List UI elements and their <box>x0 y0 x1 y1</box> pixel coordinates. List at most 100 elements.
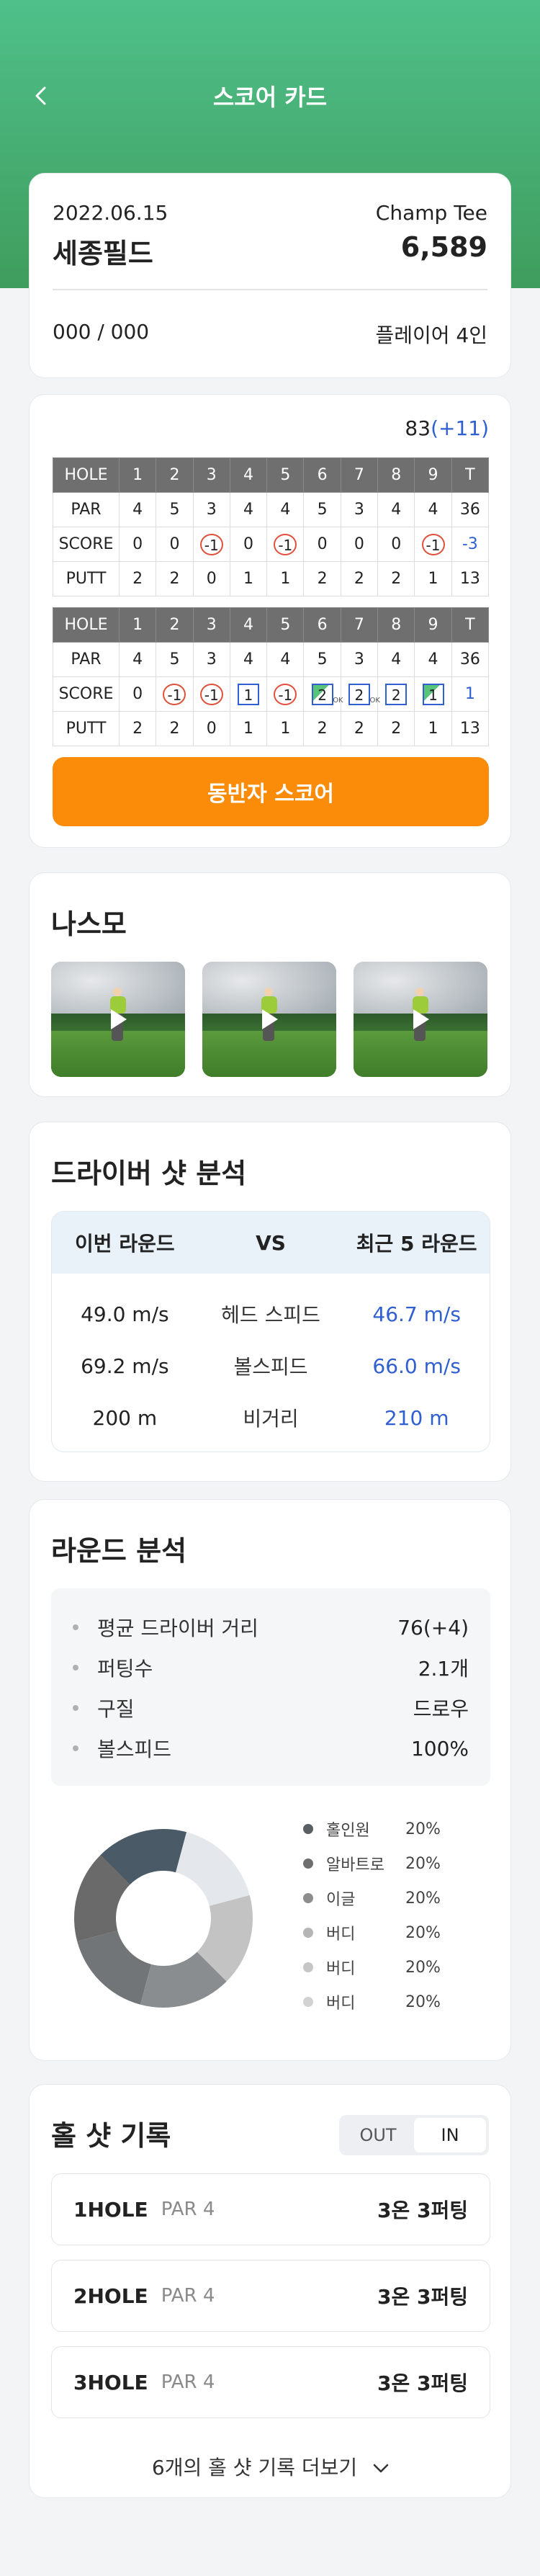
double-bogey-marker: 2 OK <box>348 683 380 705</box>
putt-cell: 1 <box>414 561 452 596</box>
hole-number: 4 <box>229 457 268 493</box>
donut-legend: 홀인원 20% 알바트로 20% 이글 20% 버디 20% 버디 20% 버디 20% <box>303 1812 483 2019</box>
hole-number: 2 <box>156 457 194 493</box>
double-bogey-marker: 2 <box>385 683 408 705</box>
video-thumbnail[interactable] <box>51 962 185 1077</box>
putt-cell: 1 <box>266 711 305 746</box>
score-table-1: HOLE 1 2 3 4 5 6 7 8 9 T PAR 4 5 3 4 4 5… <box>53 457 490 596</box>
legend-item: 홀인원 20% <box>303 1812 483 1846</box>
putt-row: PUTT 2 2 0 1 1 2 2 2 1 13 <box>53 561 490 596</box>
stat-value: 2.1개 <box>418 1657 469 1681</box>
score-label: SCORE <box>53 676 120 712</box>
stat-value: 드로우 <box>413 1697 469 1721</box>
legend-percent: 20% <box>405 1820 441 1838</box>
round-summary-card: 2022.06.15 Champ Tee 세종필드 6,589 000 / 00… <box>29 173 511 378</box>
stat-value: 100% <box>410 1736 469 1761</box>
play-icon <box>111 1009 127 1029</box>
par-cell: 4 <box>266 492 305 527</box>
out-in-toggle: OUT IN <box>339 2115 489 2155</box>
course-name: 세종필드 <box>53 238 153 269</box>
list-item[interactable]: 2HOLE PAR 4 3온 3퍼팅 <box>51 2260 490 2332</box>
donut-slice <box>77 1931 151 2005</box>
par-cell: 4 <box>266 642 305 677</box>
hole-row: HOLE 1 2 3 4 5 6 7 8 9 T <box>53 457 490 493</box>
legend-label: 버디 <box>326 1926 356 1944</box>
hole-number: 9 <box>414 607 452 643</box>
hole-number: 1 <box>118 457 157 493</box>
putt-cell: 2 <box>340 561 379 596</box>
stat-label: 퍼팅수 <box>97 1657 153 1681</box>
birdie-marker: -1 <box>163 683 186 705</box>
hole-number: 6 <box>303 457 341 493</box>
par-cell: 4 <box>377 642 415 677</box>
hole-number: T <box>451 457 490 493</box>
legend-swatch <box>303 1997 313 2007</box>
score-row: SCORE 0 -1 -1 1 -1 2 OK 2 OK 2 1 1 <box>53 676 490 712</box>
hole-label: HOLE <box>53 607 120 643</box>
legend-swatch <box>303 1859 313 1869</box>
score-cell: 2 <box>377 676 415 712</box>
score-cell: 0 <box>229 527 268 562</box>
video-thumbnail[interactable] <box>354 962 487 1077</box>
tee-name: Champ Tee <box>375 201 487 225</box>
bullet-icon <box>73 1624 78 1630</box>
score-cell: 0 <box>377 527 415 562</box>
score-cell: 0 <box>156 527 194 562</box>
show-more-button[interactable]: 6개의 홀 샷 기록 더보기 <box>30 2452 512 2481</box>
hole-number: 8 <box>377 607 415 643</box>
hole-number: 1 <box>118 607 157 643</box>
legend-percent: 20% <box>405 1993 441 2011</box>
hole-name: 3HOLE <box>73 2370 148 2394</box>
legend-label: 홀인원 <box>326 1822 370 1840</box>
play-icon <box>413 1009 429 1029</box>
this-round-value: 49.0 m/s <box>81 1302 169 1326</box>
stat-item: 구질 드로우 <box>73 1688 469 1728</box>
round-stats-box: 평균 드라이버 거리 76(+4) 퍼팅수 2.1개 구질 드로우 볼스피드 100% <box>51 1588 490 1786</box>
legend-swatch <box>303 1928 313 1938</box>
putt-cell: 2 <box>340 711 379 746</box>
round-date: 2022.06.15 <box>53 201 168 225</box>
birdie-marker: -1 <box>274 533 297 555</box>
birdie-marker: -1 <box>274 683 297 705</box>
tab-in[interactable]: IN <box>414 2118 486 2152</box>
scorecard-card: 83(+11) HOLE 1 2 3 4 5 6 7 8 9 T PAR 4 5… <box>29 394 511 848</box>
driver-analysis-card: 드라이버 샷 분석 이번 라운드 VS 최근 5 라운드 49.0 m/s 헤드… <box>29 1122 511 1482</box>
score-cell: 2 OK <box>303 676 343 712</box>
recent-value: 66.0 m/s <box>372 1354 461 1378</box>
legend-item: 이글 20% <box>303 1881 483 1915</box>
hole-result: 3온 3퍼팅 <box>377 2371 468 2395</box>
par-cell: 3 <box>340 642 379 677</box>
score-cell: -1 <box>156 676 194 712</box>
tab-out[interactable]: OUT <box>342 2118 414 2152</box>
hole-par: PAR 4 <box>161 2199 215 2220</box>
compare-row: 49.0 m/s 헤드 스피드 46.7 m/s <box>52 1288 490 1340</box>
video-thumbnails <box>51 962 487 1077</box>
hole-number: 4 <box>229 607 268 643</box>
legend-item: 버디 20% <box>303 1985 483 2019</box>
col-vs: VS <box>256 1230 286 1255</box>
hole-number: 7 <box>340 457 379 493</box>
section-title: 라운드 분석 <box>51 1535 187 1567</box>
list-item[interactable]: 3HOLE PAR 4 3온 3퍼팅 <box>51 2346 490 2418</box>
score-table-2: HOLE 1 2 3 4 5 6 7 8 9 T PAR 4 5 3 4 4 5… <box>53 607 490 746</box>
back-button[interactable] <box>22 76 62 116</box>
score-cell: -1 <box>192 527 230 562</box>
metric-label: 비거리 <box>243 1407 299 1431</box>
legend-percent: 20% <box>405 1854 441 1873</box>
birdie-marker: -1 <box>199 533 223 555</box>
par-row: PAR 4 5 3 4 4 5 3 4 4 36 <box>53 642 490 677</box>
compare-header: 이번 라운드 VS 최근 5 라운드 <box>52 1212 490 1274</box>
chevron-down-icon <box>373 2464 389 2473</box>
score-row: SCORE 0 0 -1 0 -1 0 0 0 -1 -3 <box>53 527 490 562</box>
list-item[interactable]: 1HOLE PAR 4 3온 3퍼팅 <box>51 2173 490 2245</box>
companion-score-button[interactable]: 동반자 스코어 <box>53 757 489 826</box>
section-title: 드라이버 샷 분석 <box>51 1158 247 1189</box>
hole-name: 2HOLE <box>73 2284 148 2308</box>
donut-slice <box>176 1832 250 1906</box>
video-thumbnail[interactable] <box>202 962 336 1077</box>
section-title: 나스모 <box>51 908 127 940</box>
hole-number: 3 <box>192 607 230 643</box>
bogey-marker: 1 <box>238 683 260 705</box>
legend-percent: 20% <box>405 1923 441 1942</box>
score-cell: 0 <box>303 527 341 562</box>
